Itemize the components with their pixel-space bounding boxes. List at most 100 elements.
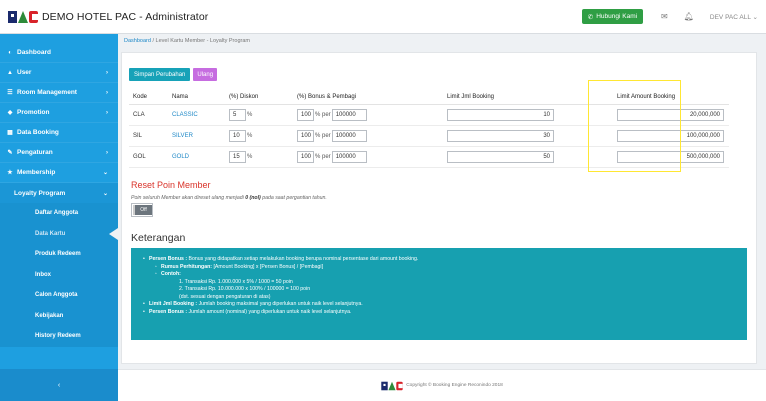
sidebar-subitem-kebijakan[interactable]: Kebijakan <box>0 305 118 326</box>
pembagi-input[interactable]: 100000 <box>331 108 367 121</box>
keterangan-line: ◦ Contoh: <box>155 271 181 277</box>
percent-unit: % <box>247 132 253 139</box>
app-title: DEMO HOTEL PAC - Administrator <box>42 10 209 23</box>
sidebar-item-label: Data Booking <box>17 129 59 136</box>
bonus-input[interactable]: 100 <box>297 150 314 163</box>
sidebar-item-label: Promotion <box>17 109 50 116</box>
keterangan-box: • Persen Bonus : Bonus yang didapatkan se… <box>131 248 747 340</box>
app-logo[interactable]: DEMO HOTEL PAC - Administrator <box>8 10 208 24</box>
chevron-down-icon: ⌄ <box>752 13 758 21</box>
ket-bold: Rumus Perhitungan: <box>161 263 213 270</box>
wrench-icon: ✎ <box>7 150 13 156</box>
sidebar-item-loyalty-program[interactable]: Loyalty Program ⌄ <box>0 183 118 203</box>
reset-button[interactable]: Ulang <box>193 68 218 81</box>
keterangan-line: • Persen Bonus : Jumlah amount (nominal) … <box>143 308 352 315</box>
keterangan-line: • Persen Bonus : Bonus yang didapatkan se… <box>143 256 419 262</box>
header-bonus: (%) Bonus & Pembagi <box>297 90 447 105</box>
ket-text: Jumlah booking maksimal yang diperlukan … <box>197 301 363 307</box>
sidebar-subitem-inbox[interactable]: Inbox <box>0 264 118 285</box>
breadcrumb: Dashboard / Level Kartu Member - Loyalty… <box>124 38 250 44</box>
table-row: GOL GOLD 15% 100% per 100000 50 500,000,0… <box>129 146 729 168</box>
diskon-input[interactable]: 5 <box>229 108 246 121</box>
chevron-down-icon: ⌄ <box>102 190 108 197</box>
sidebar-item-membership[interactable]: ★ Membership ⌄ <box>0 163 118 183</box>
table-row: SIL SILVER 10% 100% per 100000 30 100,000… <box>129 125 729 147</box>
level-name-link[interactable]: SILVER <box>172 133 193 139</box>
sidebar: ◐ Dashboard ▲ User › ☰ Room Management ›… <box>0 34 118 369</box>
sidebar-item-label: User <box>17 69 32 76</box>
reset-desc-text: Poin seluruh Member akan direset ulang m… <box>131 195 246 201</box>
kode-cell: GOL <box>129 146 172 168</box>
breadcrumb-dashboard-link[interactable]: Dashboard <box>124 38 151 44</box>
per-unit: % per <box>315 111 331 118</box>
table-row: CLA CLASSIC 5% 100% per 100000 10 20,000,… <box>129 104 729 126</box>
bell-icon[interactable]: 🔔︎ <box>684 12 694 21</box>
sidebar-collapse-button[interactable]: ‹ <box>0 369 118 401</box>
sidebar-item-data-booking[interactable]: ▦ Data Booking <box>0 123 118 143</box>
limit-amount-input[interactable]: 100,000,000 <box>617 129 724 142</box>
hubungi-kami-button[interactable]: ✆ Hubungi Kami <box>581 9 644 24</box>
ket-text: [Amount Booking] x [Persen Bonus] / [Pem… <box>212 263 324 270</box>
reset-poin-toggle[interactable]: Off <box>131 203 153 217</box>
limit-jml-input[interactable]: 10 <box>447 108 554 121</box>
sidebar-subitem-produk-redeem[interactable]: Produk Redeem <box>0 244 118 265</box>
sidebar-item-label: Loyalty Program <box>14 189 66 197</box>
limit-jml-input[interactable]: 30 <box>447 129 554 142</box>
bonus-input[interactable]: 100 <box>297 129 314 142</box>
sidebar-item-dashboard[interactable]: ◐ Dashboard <box>0 43 118 63</box>
pac-logo-icon <box>381 381 403 390</box>
header-limit-jml: Limit Jml Booking <box>447 90 617 105</box>
sidebar-subitem-history-redeem[interactable]: History Redeem <box>0 326 118 347</box>
breadcrumb-current: Level Kartu Member - Loyalty Program <box>155 38 250 44</box>
keterangan-line: • Limit Jml Booking : Jumlah booking maks… <box>143 301 363 307</box>
pembagi-input[interactable]: 100000 <box>331 150 367 163</box>
save-changes-button[interactable]: Simpan Perubahan <box>129 68 191 81</box>
footer: Copyright © Booking Engine Reconindo 201… <box>118 369 766 401</box>
sidebar-subitem-daftar-anggota[interactable]: Daftar Anggota <box>0 203 118 224</box>
level-table: Kode Nama (%) Diskon (%) Bonus & Pembagi… <box>129 90 729 168</box>
kode-cell: SIL <box>129 125 172 147</box>
per-unit: % per <box>315 153 331 160</box>
chevron-left-icon: ‹ <box>57 381 61 389</box>
bonus-input[interactable]: 100 <box>297 108 314 121</box>
diskon-input[interactable]: 10 <box>229 129 246 142</box>
sidebar-item-promotion[interactable]: ◆ Promotion › <box>0 103 118 123</box>
keterangan-line: 2. Transaksi Rp. 10.000.000 x 100% / 100… <box>179 286 311 292</box>
dashboard-icon: ◐ <box>8 49 12 56</box>
limit-jml-input[interactable]: 50 <box>447 150 554 163</box>
ket-bold: Persen Bonus : <box>149 256 188 262</box>
sidebar-item-label: Membership <box>17 169 56 176</box>
sidebar-subitem-data-kartu[interactable]: Data Kartu <box>0 223 118 244</box>
sidebar-item-pengaturan[interactable]: ✎ Pengaturan › <box>0 143 118 163</box>
reset-poin-title: Reset Poin Member <box>131 180 211 190</box>
ket-text: Jumlah amount (nominal) yang diperlukan … <box>187 308 352 315</box>
chevron-down-icon: ⌄ <box>102 170 108 176</box>
sidebar-subitem-calon-anggota[interactable]: Calon Anggota <box>0 285 118 306</box>
pembagi-input[interactable]: 100000 <box>331 129 367 142</box>
keterangan-line: 1. Transaksi Rp. 1.000.000 x 5% / 1000 =… <box>179 278 293 285</box>
list-icon: ☰ <box>7 90 13 96</box>
sidebar-item-user[interactable]: ▲ User › <box>0 63 118 83</box>
header-kode: Kode <box>129 90 172 105</box>
diskon-input[interactable]: 15 <box>229 150 246 163</box>
header-limit-amount: Limit Amount Booking <box>617 90 729 105</box>
footer-copyright: Copyright © Booking Engine Reconindo 201… <box>406 383 503 388</box>
sidebar-item-label: Room Management <box>17 89 77 96</box>
limit-amount-input[interactable]: 20,000,000 <box>617 108 724 121</box>
ket-text: Bonus yang didapatkan setiap melakukan b… <box>187 256 419 262</box>
reset-poin-description: Poin seluruh Member akan direset ulang m… <box>131 195 327 201</box>
level-name-link[interactable]: GOLD <box>172 154 189 160</box>
reset-desc-text-end: pada saat pergantian tahun. <box>260 195 327 201</box>
hubungi-kami-label: Hubungi Kami <box>596 13 638 20</box>
envelope-icon[interactable]: ✉ <box>661 12 668 21</box>
level-name-link[interactable]: CLASSIC <box>172 112 198 118</box>
limit-amount-input[interactable]: 500,000,000 <box>617 150 724 163</box>
user-menu[interactable]: DEV PAC ALL ⌄ <box>710 13 758 21</box>
calendar-icon: ▦ <box>7 130 13 136</box>
chevron-right-icon: › <box>106 149 108 156</box>
sidebar-item-room-management[interactable]: ☰ Room Management › <box>0 83 118 103</box>
keterangan-title: Keterangan <box>131 232 186 244</box>
user-icon: ▲ <box>7 69 13 76</box>
per-unit: % per <box>315 132 331 139</box>
table-header-row: Kode Nama (%) Diskon (%) Bonus & Pembagi… <box>129 90 729 105</box>
